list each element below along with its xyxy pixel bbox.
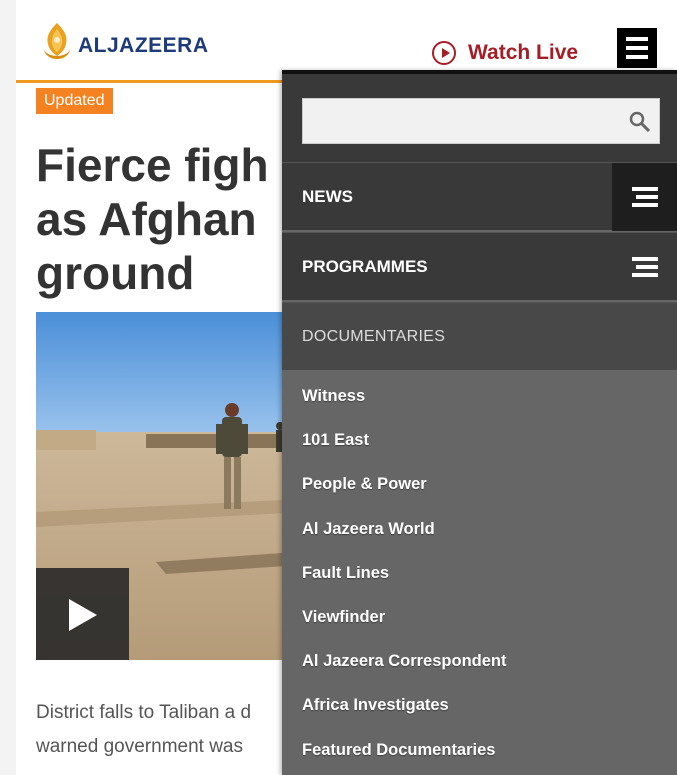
submenu-toggle-icon[interactable] [612, 163, 677, 231]
hamburger-icon [626, 37, 648, 41]
watch-live-label: Watch Live [468, 41, 579, 64]
site-header: ALJAZEERA Watch Live [16, 0, 677, 80]
nav-item-label: PROGRAMMES [302, 257, 428, 276]
nav-subitem-aljazeera-world[interactable]: Al Jazeera World [282, 507, 677, 551]
watch-live-link[interactable]: Watch Live [432, 38, 578, 68]
site-logo[interactable]: ALJAZEERA [40, 18, 209, 68]
menu-button[interactable] [617, 28, 657, 68]
logo-text: ALJAZEERA [78, 34, 209, 57]
nav-dropdown-panel: NEWS PROGRAMMES DOCUMENTARIES Witness 10… [282, 70, 677, 775]
aljazeera-logo-mark [44, 23, 70, 59]
section-label: DOCUMENTARIES [302, 328, 446, 345]
video-play-button[interactable] [36, 568, 129, 660]
nav-search-area [282, 70, 677, 162]
nav-subitem-correspondent[interactable]: Al Jazeera Correspondent [282, 639, 677, 683]
nav-item-programmes[interactable]: PROGRAMMES [282, 232, 677, 300]
header-rule [16, 80, 286, 83]
documentaries-list: Witness 101 East People & Power Al Jazee… [282, 374, 677, 772]
updated-badge: Updated [36, 88, 113, 114]
nav-subitem-people-power[interactable]: People & Power [282, 462, 677, 506]
nav-item-news[interactable]: NEWS [282, 162, 677, 231]
nav-subitem-witness[interactable]: Witness [282, 374, 677, 418]
search-input[interactable] [302, 98, 660, 144]
nav-subitem-viewfinder[interactable]: Viewfinder [282, 595, 677, 639]
play-circle-icon [432, 41, 456, 65]
nav-section-documentaries[interactable]: DOCUMENTARIES [282, 302, 677, 370]
nav-subitem-featured-documentaries[interactable]: Featured Documentaries [282, 728, 677, 772]
submenu-toggle-icon[interactable] [612, 233, 677, 301]
nav-item-label: NEWS [302, 187, 353, 206]
search-icon[interactable] [628, 110, 652, 134]
nav-subitem-fault-lines[interactable]: Fault Lines [282, 551, 677, 595]
nav-subitem-africa-investigates[interactable]: Africa Investigates [282, 683, 677, 727]
nav-subitem-101-east[interactable]: 101 East [282, 418, 677, 462]
